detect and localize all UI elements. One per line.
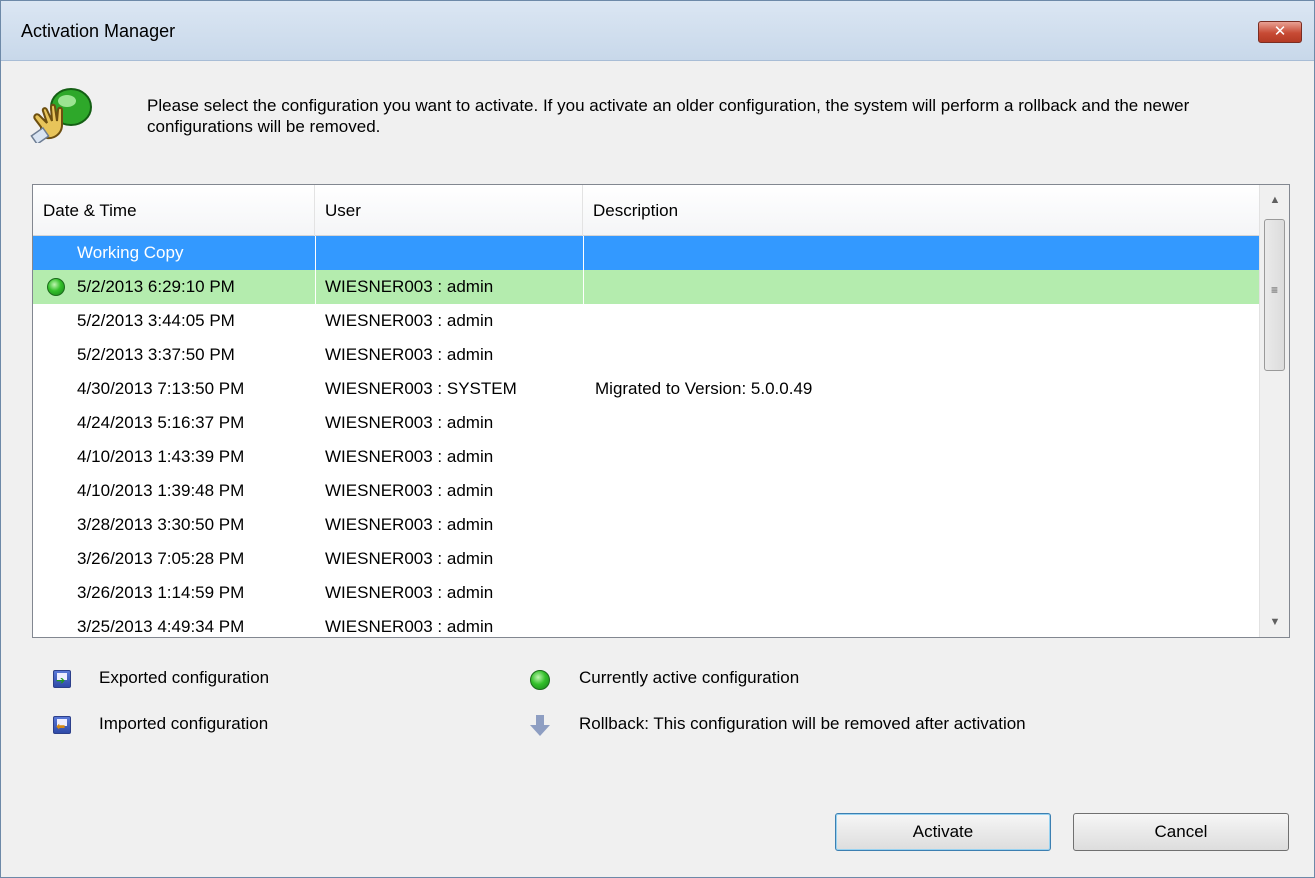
cell-date: 5/2/2013 3:37:50 PM [77, 345, 235, 364]
configuration-grid[interactable]: Date & Time User Description Working Cop… [32, 184, 1290, 638]
grid-header: Date & Time User Description [33, 185, 1259, 236]
down-arrow-icon [530, 715, 550, 736]
column-header-description[interactable]: Description [583, 185, 1259, 236]
scroll-up-arrow-icon[interactable]: ▲ [1260, 185, 1289, 215]
cell-user: WIESNER003 : SYSTEM [325, 379, 517, 398]
cancel-button[interactable]: Cancel [1073, 813, 1289, 851]
table-row[interactable]: 3/26/2013 1:14:59 PM WIESNER003 : admin [33, 576, 1259, 610]
table-row[interactable]: 5/2/2013 3:37:50 PM WIESNER003 : admin [33, 338, 1259, 372]
cell-date: 3/26/2013 7:05:28 PM [77, 549, 245, 568]
cell-date: 3/26/2013 1:14:59 PM [77, 583, 245, 602]
cell-description: Migrated to Version: 5.0.0.49 [595, 379, 813, 398]
cell-date: 4/10/2013 1:43:39 PM [77, 447, 245, 466]
cell-date: 5/2/2013 3:44:05 PM [77, 311, 235, 330]
pointing-hand-icon [30, 88, 92, 143]
info-message: Please select the configuration you want… [147, 96, 1190, 136]
legend-imported-label: Imported configuration [99, 714, 269, 733]
green-dot-icon [530, 670, 550, 690]
cell-date: 3/28/2013 3:30:50 PM [77, 515, 245, 534]
table-row[interactable]: 4/10/2013 1:39:48 PM WIESNER003 : admin [33, 474, 1259, 508]
cell-user: WIESNER003 : admin [325, 311, 494, 330]
table-row[interactable]: 4/24/2013 5:16:37 PM WIESNER003 : admin [33, 406, 1259, 440]
grip-icon: ≡ [1271, 283, 1279, 297]
cell-user: WIESNER003 : admin [325, 549, 494, 568]
legend-exported-label: Exported configuration [99, 668, 270, 687]
close-button[interactable]: ✕ [1258, 21, 1302, 43]
cell-user: WIESNER003 : admin [325, 515, 494, 534]
table-row[interactable]: 5/2/2013 3:44:05 PM WIESNER003 : admin [33, 304, 1259, 338]
column-header-date-time[interactable]: Date & Time [33, 185, 315, 236]
column-header-user[interactable]: User [315, 185, 583, 236]
activate-button[interactable]: Activate [835, 813, 1051, 851]
cell-user: WIESNER003 : admin [325, 617, 494, 636]
cell-date: 5/2/2013 6:29:10 PM [77, 277, 235, 296]
cell-date: 4/30/2013 7:13:50 PM [77, 379, 245, 398]
vertical-scrollbar[interactable]: ▲ ≡ ▼ [1259, 185, 1289, 637]
cell-date: 4/10/2013 1:39:48 PM [77, 481, 245, 500]
table-row-working-copy[interactable]: Working Copy [33, 236, 1259, 270]
cell-user: WIESNER003 : admin [325, 413, 494, 432]
floppy-import-icon: ⬅ [53, 716, 71, 734]
floppy-export-icon: ➔ [53, 670, 71, 688]
cell-date: 3/25/2013 4:49:34 PM [77, 617, 245, 636]
legend-rollback-label: Rollback: This configuration will be rem… [579, 714, 1026, 733]
cell-user: WIESNER003 : admin [325, 447, 494, 466]
window-title: Activation Manager [21, 21, 176, 41]
close-icon: ✕ [1273, 23, 1287, 40]
cell-user: WIESNER003 : admin [325, 345, 494, 364]
scrollbar-thumb[interactable]: ≡ [1264, 219, 1285, 371]
activation-manager-window: Activation Manager ✕ Please select the c… [0, 0, 1315, 878]
legend-active-label: Currently active configuration [579, 668, 800, 687]
dialog-body: Please select the configuration you want… [9, 61, 1306, 871]
cell-user: WIESNER003 : admin [325, 583, 494, 602]
scroll-down-arrow-icon[interactable]: ▼ [1260, 607, 1289, 637]
title-bar: Activation Manager ✕ [1, 1, 1314, 61]
table-row[interactable]: 3/26/2013 7:05:28 PM WIESNER003 : admin [33, 542, 1259, 576]
cell-date: 4/24/2013 5:16:37 PM [77, 413, 245, 432]
table-row[interactable]: 4/30/2013 7:13:50 PM WIESNER003 : SYSTEM… [33, 372, 1259, 406]
cell-user: WIESNER003 : admin [325, 277, 494, 296]
cell-date: Working Copy [77, 243, 184, 262]
table-row[interactable]: 3/25/2013 4:49:34 PM WIESNER003 : admin [33, 610, 1259, 637]
cell-user: WIESNER003 : admin [325, 481, 494, 500]
table-row[interactable]: 3/28/2013 3:30:50 PM WIESNER003 : admin [33, 508, 1259, 542]
table-row[interactable]: 4/10/2013 1:43:39 PM WIESNER003 : admin [33, 440, 1259, 474]
table-row-active[interactable]: 5/2/2013 6:29:10 PM WIESNER003 : admin [33, 270, 1259, 304]
active-config-icon [47, 278, 65, 296]
